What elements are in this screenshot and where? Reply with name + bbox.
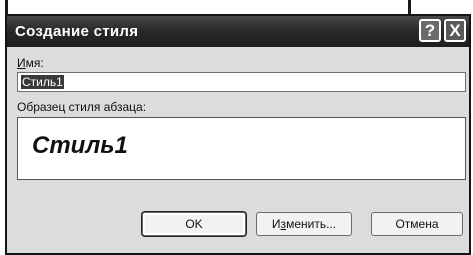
cancel-button[interactable]: Отмена — [371, 212, 463, 236]
close-icon: X — [449, 21, 461, 40]
preview-text: Стиль1 — [32, 132, 128, 159]
name-label-mnemonic: И — [17, 56, 26, 70]
new-style-dialog: Создание стиля ? X Имя: Стиль1 Образец с… — [5, 14, 471, 255]
name-label-rest: мя: — [25, 56, 44, 70]
modify-button-pre: И — [271, 217, 281, 231]
dialog-title: Создание стиля — [15, 23, 139, 40]
preview-box: Стиль1 — [17, 117, 466, 180]
name-label: Имя: — [17, 56, 44, 70]
name-input-value: Стиль1 — [21, 75, 64, 89]
preview-label: Образец стиля абзаца: — [17, 100, 147, 114]
title-bar[interactable]: Создание стиля ? X — [7, 16, 469, 47]
ok-button[interactable]: OK — [142, 212, 246, 236]
modify-button-post: менить... — [286, 217, 337, 231]
help-icon: ? — [424, 21, 436, 40]
close-button[interactable]: X — [444, 19, 466, 42]
name-input[interactable]: Стиль1 — [17, 72, 466, 92]
modify-button[interactable]: Изменить... — [256, 212, 352, 236]
help-button[interactable]: ? — [419, 19, 441, 42]
